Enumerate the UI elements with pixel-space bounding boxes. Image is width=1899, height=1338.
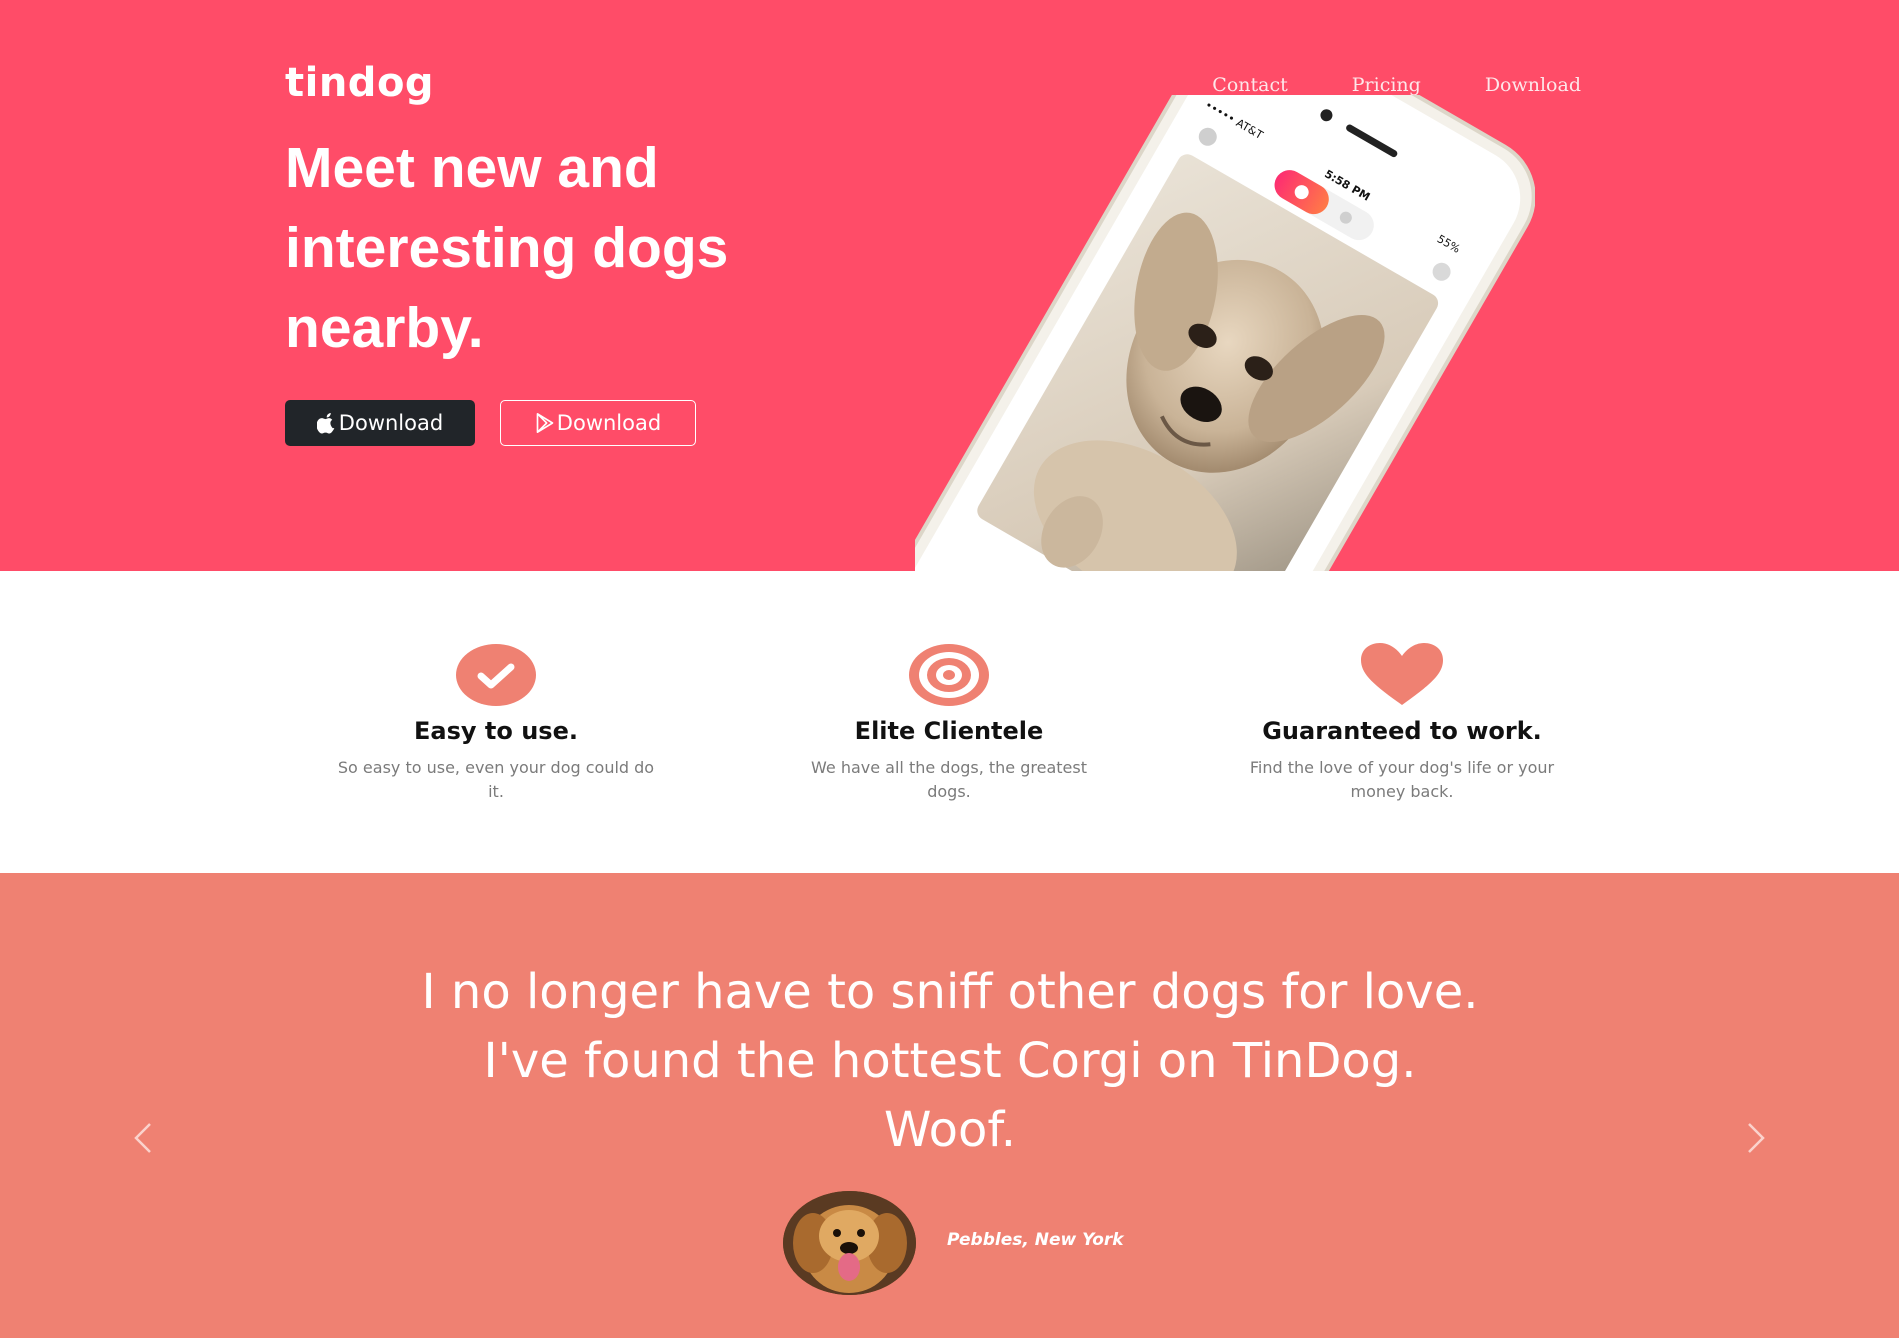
avatar (783, 1191, 916, 1295)
feature-title: Elite Clientele (854, 717, 1044, 745)
phone-mockup-image: ••••• AT&T 5:58 PM 55% (915, 95, 1535, 571)
headline-line: Meet new and (285, 136, 659, 200)
nav-link-pricing[interactable]: Pricing (1352, 74, 1421, 96)
heart-icon (1361, 643, 1443, 705)
apple-icon (316, 413, 335, 434)
check-circle-icon (456, 644, 536, 706)
feature-description: So easy to use, even your dog could do i… (337, 758, 655, 801)
google-play-download-button[interactable]: Download (500, 400, 696, 446)
feature-title: Easy to use. (414, 717, 578, 745)
top-nav: Contact Pricing Download (1148, 74, 1581, 96)
testimonial-author: Pebbles, New York (947, 1230, 1124, 1250)
feature-title: Guaranteed to work. (1262, 717, 1542, 745)
hero-section: tindog Contact Pricing Download Meet new… (0, 0, 1899, 571)
brand-logo[interactable]: tindog (285, 60, 434, 106)
quote-line: Woof. (883, 1102, 1017, 1158)
bullseye-icon (909, 644, 989, 706)
hero-headline: Meet new and interesting dogs nearby. (285, 128, 905, 368)
headline-line: nearby. (285, 296, 484, 360)
google-play-icon (536, 413, 554, 433)
nav-link-contact[interactable]: Contact (1212, 74, 1287, 96)
testimonial-quote: I no longer have to sniff other dogs for… (230, 958, 1670, 1165)
quote-line: I no longer have to sniff other dogs for… (421, 964, 1479, 1020)
testimonial-carousel: I no longer have to sniff other dogs for… (0, 873, 1899, 1338)
headline-line: interesting dogs (285, 216, 729, 280)
nav-link-download[interactable]: Download (1485, 74, 1581, 96)
apple-download-label: Download (338, 411, 444, 435)
feature-description: We have all the dogs, the greatest dogs. (811, 758, 1087, 801)
quote-line: I've found the hottest Corgi on TinDog. (483, 1033, 1417, 1089)
apple-download-button[interactable]: Download (285, 400, 475, 446)
carousel-prev-icon[interactable] (128, 1118, 158, 1158)
features-section: Easy to use. So easy to use, even your d… (0, 571, 1899, 873)
google-download-label: Download (556, 411, 662, 435)
carousel-next-icon[interactable] (1741, 1118, 1771, 1158)
feature-description: Find the love of your dog's life or your… (1249, 758, 1555, 801)
